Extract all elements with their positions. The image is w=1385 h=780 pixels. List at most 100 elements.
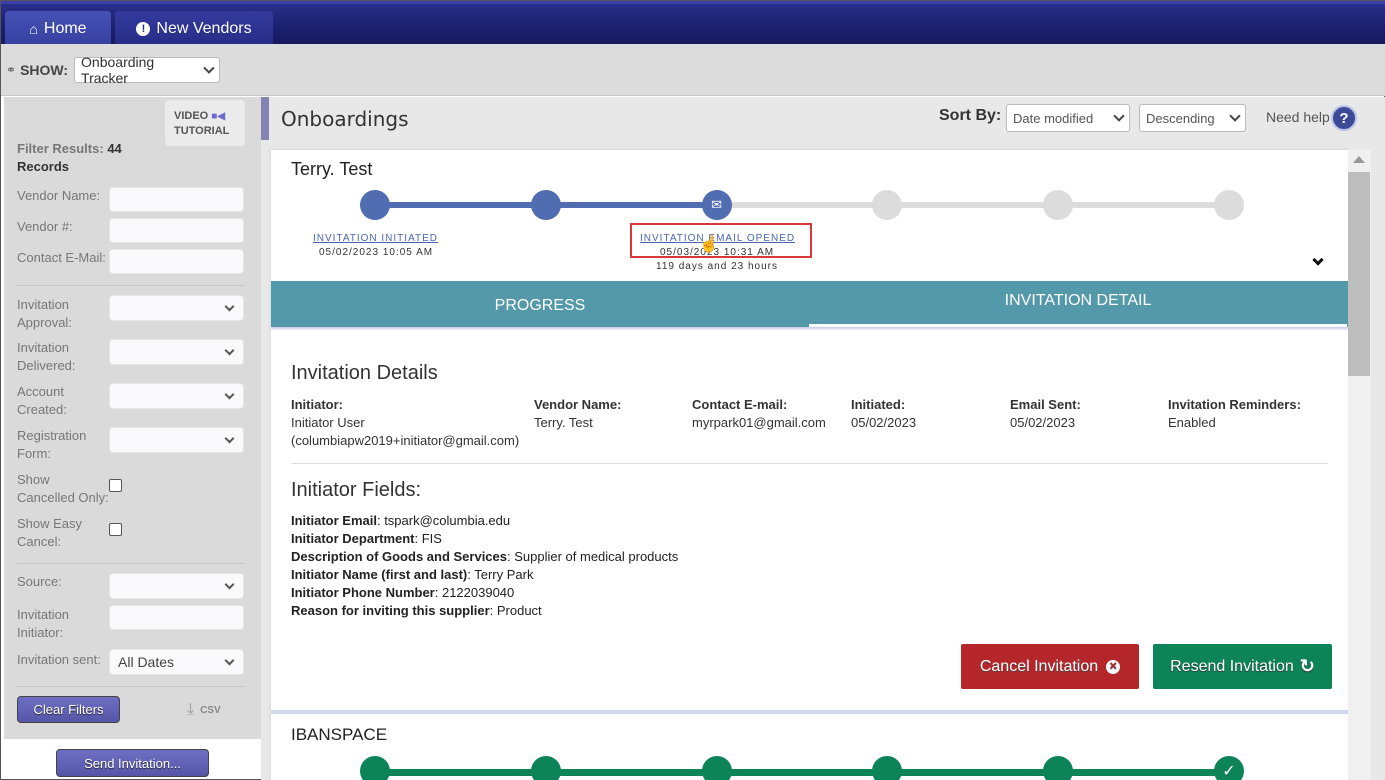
progress-step-complete[interactable]: [530, 756, 561, 780]
tab-progress[interactable]: PROGRESS: [271, 281, 809, 327]
nav-tab-new-vendors[interactable]: ! New Vendors: [115, 11, 273, 47]
show-select[interactable]: Onboarding Tracker: [74, 53, 221, 86]
field-row: Reason for inviting this supplier: Produ…: [291, 603, 542, 618]
vendor-name: IBANSPACE: [291, 725, 388, 744]
field-row: Initiator Email: tspark@columbia.edu: [291, 513, 511, 528]
invitation-sent-select[interactable]: All Dates: [109, 649, 244, 675]
card-divider: [271, 710, 1348, 714]
chevron-down-icon: [224, 579, 235, 589]
invitation-delivered-select[interactable]: [109, 339, 244, 365]
detail-key: Initiated:: [851, 397, 906, 412]
progress-step-pending[interactable]: [872, 190, 903, 220]
download-icon: ⤓: [187, 701, 195, 718]
filter-label: Source:: [17, 574, 62, 589]
csv-export-button[interactable]: ⤓ CSV: [187, 701, 221, 719]
show-bar: ⚭ SHOW: Onboarding Tracker: [1, 44, 1385, 96]
resend-invitation-button[interactable]: Resend Invitation ↻: [1153, 644, 1332, 689]
sort-field-value: Date modified: [1013, 110, 1094, 126]
initiator-fields: Initiator Email: tspark@columbia.edu Ini…: [291, 512, 678, 620]
link-icon: ⚭: [6, 62, 17, 77]
check-icon: ✓: [1222, 763, 1236, 780]
nav-tab-label: New Vendors: [156, 20, 252, 37]
detail-email-sent: Email Sent: 05/02/2023: [1010, 396, 1081, 432]
detail-value: 05/02/2023: [1010, 415, 1076, 430]
chevron-down-icon: [1113, 110, 1125, 122]
nav-tab-label: Home: [43, 20, 87, 37]
detail-value: Terry. Test: [534, 415, 593, 430]
progress-step-complete[interactable]: [872, 756, 903, 780]
vendor-name-input[interactable]: [109, 187, 244, 212]
step-duration: 119 days and 23 hours: [656, 261, 779, 272]
show-easy-cancel-checkbox[interactable]: [109, 523, 122, 536]
vendor-number-input[interactable]: [109, 218, 244, 243]
progress-step-complete[interactable]: [1043, 756, 1074, 780]
divider: [17, 285, 244, 286]
filter-label: Contact E-Mail:: [17, 250, 106, 265]
progress-step-complete[interactable]: [530, 190, 561, 220]
top-nav: ⌂ Home ! New Vendors: [1, 1, 1385, 47]
detail-invitation-reminders: Invitation Reminders: Enabled: [1168, 396, 1301, 432]
csv-label: CSV: [200, 704, 221, 716]
filter-label: Invitation Approval:: [17, 297, 72, 330]
show-select-value: Onboarding Tracker: [81, 53, 155, 86]
progress-step-complete[interactable]: [360, 756, 390, 780]
invitation-initiator-input[interactable]: [109, 605, 244, 630]
help-icon[interactable]: ?: [1331, 105, 1357, 131]
progress-track: [375, 202, 1229, 208]
nav-tab-home[interactable]: ⌂ Home: [5, 11, 111, 47]
send-invitation-button[interactable]: Send Invitation...: [56, 749, 209, 777]
contact-email-input[interactable]: [109, 249, 244, 274]
scroll-up-arrow-icon[interactable]: [1353, 156, 1365, 163]
filter-label: Vendor Name:: [17, 188, 101, 203]
sort-order-select[interactable]: Descending: [1139, 104, 1246, 132]
detail-key: Invitation Reminders:: [1168, 397, 1301, 412]
filter-label: Account Created:: [17, 384, 67, 417]
chevron-down-icon: [224, 655, 235, 665]
sort-by-label: Sort By:: [939, 107, 1002, 124]
step-date-initiated: 05/02/2023 10:05 AM: [319, 247, 434, 258]
onboarding-card: Terry. Test ✉ INVITATION INITIATED 05/02…: [271, 150, 1348, 780]
initiator-fields-title: Initiator Fields:: [291, 479, 422, 501]
field-row: Description of Goods and Services: Suppl…: [291, 549, 679, 564]
progress-step-complete[interactable]: ✓: [1214, 756, 1244, 780]
tab-invitation-detail[interactable]: INVITATION DETAIL: [809, 281, 1347, 327]
filter-results-label: Filter Results:: [17, 141, 104, 156]
detail-initiator: Initiator: Initiator User (columbiapw201…: [291, 396, 519, 450]
sort-field-select[interactable]: Date modified: [1006, 104, 1130, 132]
refresh-icon: ↻: [1299, 656, 1315, 676]
card-tabs: PROGRESS INVITATION DETAIL: [271, 281, 1348, 327]
progress-step-pending[interactable]: [1043, 190, 1074, 220]
cancel-invitation-label: Cancel Invitation: [979, 657, 1099, 675]
progress-step-complete[interactable]: [360, 190, 390, 220]
invitation-approval-select[interactable]: [109, 295, 244, 321]
filter-label: Invitation Initiator:: [17, 607, 70, 640]
show-cancelled-checkbox[interactable]: [109, 479, 122, 492]
cancel-invitation-button[interactable]: Cancel Invitation ✕: [961, 644, 1139, 689]
page-title: Onboardings: [281, 107, 409, 131]
progress-step-complete[interactable]: [701, 756, 732, 780]
detail-initiated: Initiated: 05/02/2023: [851, 396, 916, 432]
filter-results-count: 44: [107, 141, 122, 156]
divider: [17, 563, 244, 564]
video-tutorial-line2: TUTORIAL: [174, 125, 230, 137]
scrollbar[interactable]: [1348, 150, 1371, 780]
expand-chevron-icon[interactable]: [1312, 254, 1324, 266]
progress-step-current[interactable]: ✉: [701, 190, 732, 220]
source-select[interactable]: [109, 573, 244, 599]
video-tutorial-button[interactable]: VIDEO ■◀ TUTORIAL: [165, 100, 245, 146]
detail-vendor-name: Vendor Name: Terry. Test: [534, 396, 621, 432]
progress-step-pending[interactable]: [1214, 190, 1244, 220]
need-help-link[interactable]: Need help: [1266, 109, 1330, 125]
resend-invitation-label: Resend Invitation: [1170, 657, 1294, 675]
scroll-thumb[interactable]: [1348, 172, 1370, 376]
detail-key: Email Sent:: [1010, 397, 1081, 412]
account-created-select[interactable]: [109, 383, 244, 409]
invitation-details-title: Invitation Details: [291, 362, 438, 384]
progress-track: [375, 769, 1229, 776]
video-tutorial-line1: VIDEO: [174, 110, 209, 122]
step-label-initiated[interactable]: INVITATION INITIATED: [313, 233, 438, 244]
clear-filters-button[interactable]: Clear Filters: [17, 696, 120, 723]
home-icon: ⌂: [29, 21, 38, 37]
chevron-down-icon: [224, 345, 235, 355]
registration-form-select[interactable]: [109, 427, 244, 453]
